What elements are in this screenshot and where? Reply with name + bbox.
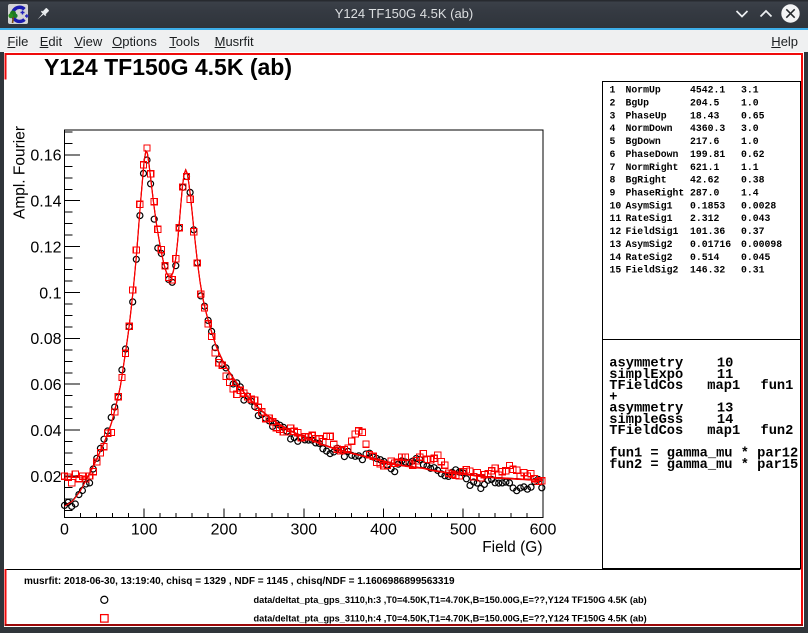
svg-text:0.02: 0.02 (30, 469, 61, 486)
svg-text:300: 300 (290, 522, 317, 539)
svg-text:fun2 = gamma_mu * par15: fun2 = gamma_mu * par15 (609, 458, 798, 473)
svg-text:0.1: 0.1 (39, 285, 61, 302)
svg-text:musrfit: 2018-06-30, 13:19:40,: musrfit: 2018-06-30, 13:19:40, chisq = 1… (24, 576, 455, 587)
svg-text:13AsymSig20.017160.00098: 13AsymSig20.017160.00098 (610, 239, 783, 250)
svg-text:14RateSig20.5140.045: 14RateSig20.5140.045 (610, 252, 771, 263)
svg-text:Field (G): Field (G) (482, 539, 542, 556)
svg-text:0.14: 0.14 (30, 194, 61, 211)
svg-text:data/deltat_pta_gps_3110,h:3 ,: data/deltat_pta_gps_3110,h:3 ,T0=4.50K,T… (254, 595, 647, 605)
svg-text:0.16: 0.16 (30, 148, 61, 165)
svg-text:0: 0 (60, 522, 69, 539)
svg-text:0.12: 0.12 (30, 239, 61, 256)
svg-text:400: 400 (370, 522, 397, 539)
svg-text:data/deltat_pta_gps_3110,h:4 ,: data/deltat_pta_gps_3110,h:4 ,T0=4.50K,T… (254, 614, 647, 624)
svg-text:0.06: 0.06 (30, 377, 61, 394)
svg-text:Ampl. Fourier: Ampl. Fourier (12, 126, 29, 219)
svg-text:100: 100 (131, 522, 158, 539)
svg-text:11RateSig12.3120.043: 11RateSig12.3120.043 (610, 213, 771, 224)
svg-text:600: 600 (530, 522, 557, 539)
svg-text:Y124 TF150G 4.5K (ab): Y124 TF150G 4.5K (ab) (44, 54, 292, 80)
svg-text:0.04: 0.04 (30, 423, 61, 440)
svg-text:10AsymSig10.18530.0028: 10AsymSig10.18530.0028 (610, 200, 777, 211)
svg-text:500: 500 (450, 522, 477, 539)
svg-text:0.08: 0.08 (30, 331, 61, 348)
svg-text:200: 200 (211, 522, 238, 539)
